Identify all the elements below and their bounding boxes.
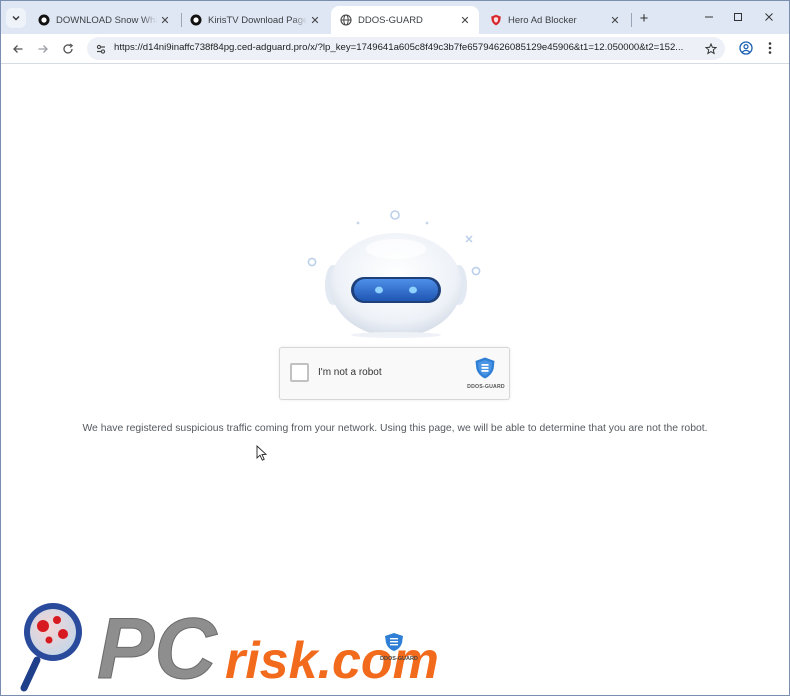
tab-3-close-icon[interactable]: ✕	[457, 12, 473, 28]
plus-icon: +	[639, 9, 649, 27]
pcrisk-watermark: PC risk.com DDOS-GUARD	[20, 601, 439, 694]
tab-1[interactable]: DOWNLOAD Snow White (2025) ✕	[29, 6, 179, 34]
robot-illustration-icon	[307, 210, 481, 338]
magnifier-logo-icon	[20, 603, 82, 692]
overlay-brand-text: DDOS-GUARD	[380, 656, 418, 662]
profile-button[interactable]	[737, 39, 755, 57]
more-vert-icon	[768, 42, 772, 54]
shield-icon	[491, 14, 501, 26]
reload-icon	[63, 43, 74, 54]
maximize-button[interactable]	[727, 7, 749, 27]
maximize-icon	[734, 13, 742, 21]
arrow-left-icon	[13, 45, 23, 53]
forward-button[interactable]	[33, 39, 53, 59]
account-circle-icon	[739, 41, 753, 55]
tab-4-title: Hero Ad Blocker	[508, 14, 577, 26]
arrow-right-icon	[38, 45, 48, 53]
tab-4[interactable]: Hero Ad Blocker ✕	[481, 6, 629, 34]
suspicious-traffic-message: We have registered suspicious traffic co…	[82, 423, 708, 434]
close-icon	[765, 13, 773, 21]
browser-menu-button[interactable]	[763, 39, 777, 57]
tab-divider	[631, 13, 632, 27]
tab-strip: DOWNLOAD Snow White (2025) ✕ KirisTV Dow…	[1, 1, 789, 34]
page-content: I'm not a robot DDOS-GUARD We have regis…	[1, 64, 789, 695]
tab-3-title: DDOS-GUARD	[358, 14, 423, 26]
bookmark-star-button[interactable]	[702, 40, 719, 57]
minimize-icon	[705, 16, 713, 18]
browser-toolbar: https://d14ni9inaffc738f84pg.ced-adguard…	[1, 34, 789, 64]
tab-1-title: DOWNLOAD Snow White (2025)	[56, 14, 157, 26]
new-tab-button[interactable]: +	[635, 9, 653, 27]
minimize-button[interactable]	[698, 7, 720, 27]
chevron-down-icon	[12, 16, 20, 21]
site-info-button[interactable]	[92, 40, 109, 57]
browser-window: DOWNLOAD Snow White (2025) ✕ KirisTV Dow…	[0, 0, 790, 696]
star-icon	[704, 42, 717, 55]
tab-2-title: KirisTV Download Page — Free	[208, 14, 307, 26]
watermark-pc-text: PC	[97, 601, 218, 694]
captcha-brand: DDOS-GUARD	[467, 384, 505, 390]
tab-4-close-icon[interactable]: ✕	[607, 12, 623, 28]
tab-1-close-icon[interactable]: ✕	[157, 12, 173, 28]
reload-button[interactable]	[58, 39, 78, 59]
back-button[interactable]	[8, 39, 28, 59]
url-text[interactable]: https://d14ni9inaffc738f84pg.ced-adguard…	[114, 42, 694, 53]
tab-search-button[interactable]	[6, 8, 26, 28]
tab-2-close-icon[interactable]: ✕	[307, 12, 323, 28]
circle-logo-icon	[190, 14, 202, 26]
globe-icon	[340, 14, 352, 26]
circle-logo-icon	[38, 14, 50, 26]
mouse-cursor-icon	[256, 445, 268, 461]
tune-icon	[96, 44, 105, 54]
address-bar[interactable]: https://d14ni9inaffc738f84pg.ced-adguard…	[87, 37, 725, 60]
close-window-button[interactable]	[758, 7, 780, 27]
tab-3-active[interactable]: DDOS-GUARD ✕	[331, 6, 479, 34]
ddos-guard-shield-icon	[475, 357, 495, 379]
not-robot-checkbox[interactable]	[290, 363, 309, 382]
tab-2[interactable]: KirisTV Download Page — Free ✕	[181, 6, 329, 34]
captcha-widget: I'm not a robot DDOS-GUARD	[279, 347, 510, 400]
captcha-label: I'm not a robot	[318, 367, 382, 378]
